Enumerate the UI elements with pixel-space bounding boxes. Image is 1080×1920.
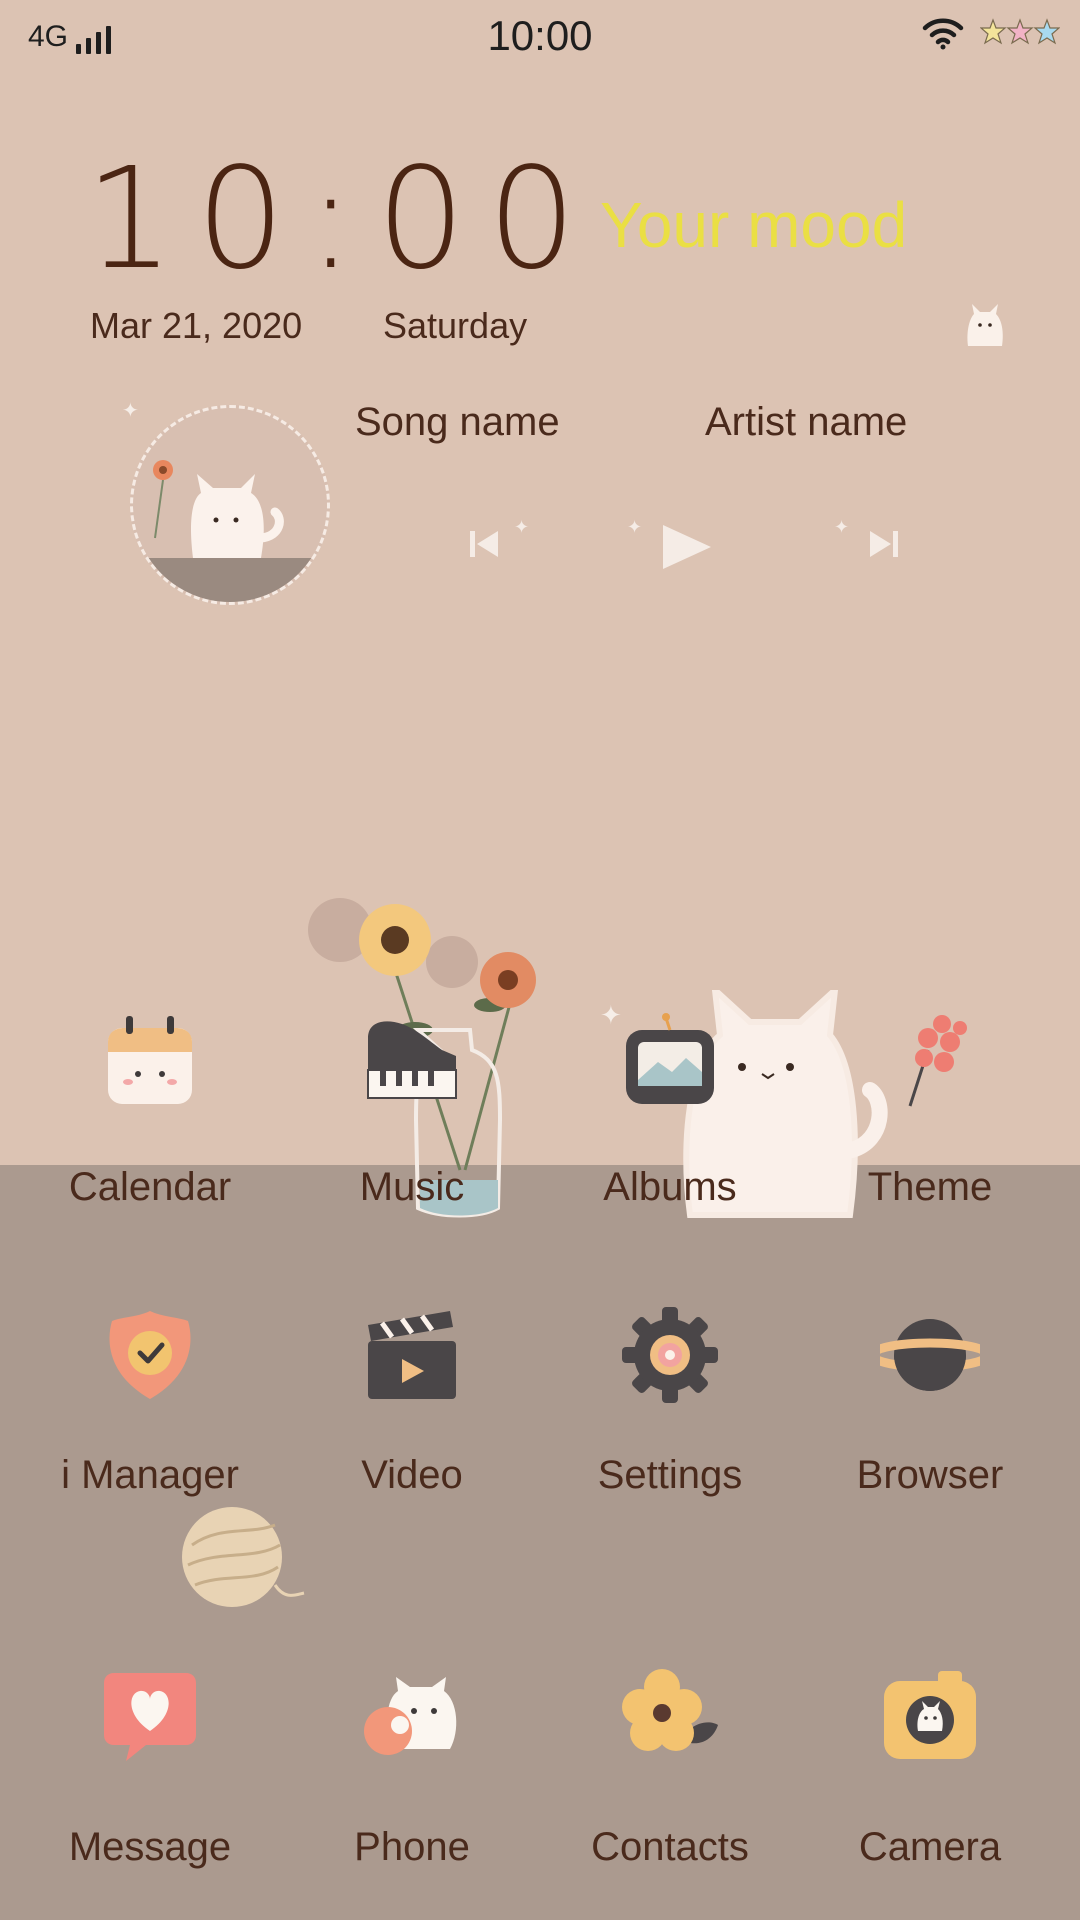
small-cat-icon	[967, 304, 1003, 346]
app-label: Contacts	[591, 1825, 749, 1869]
status-bar: 4G 10:00	[0, 0, 1080, 80]
date-label: Mar 21, 2020	[90, 305, 303, 346]
wifi-icon	[922, 18, 964, 50]
mood-label[interactable]: Your mood	[600, 188, 907, 262]
flower-icon	[908, 1015, 967, 1107]
app-label: Music	[359, 1165, 465, 1209]
shield-icon	[109, 1311, 191, 1399]
tv-icon	[626, 1013, 714, 1104]
song-name: Song name	[355, 400, 560, 444]
weekday-label: Saturday	[383, 305, 528, 346]
flower-contacts-icon	[622, 1669, 718, 1751]
app-label: Albums	[603, 1165, 737, 1209]
status-time: 10:00	[487, 12, 593, 59]
calendar-icon	[108, 1016, 192, 1104]
app-label: Calendar	[68, 1165, 232, 1209]
planet-icon	[880, 1319, 980, 1391]
heart-bubble-icon	[104, 1673, 196, 1761]
camera-icon	[884, 1671, 976, 1759]
gear-icon	[622, 1307, 718, 1403]
app-label: Video	[361, 1453, 463, 1497]
yarn-ball-decoration	[182, 1507, 305, 1607]
svg-text:✦: ✦	[514, 517, 529, 537]
piano-icon	[367, 1021, 457, 1099]
album-art[interactable]	[130, 405, 330, 605]
svg-text:✦: ✦	[834, 517, 849, 537]
battery-stars-icon	[980, 18, 1060, 45]
app-label: Camera	[858, 1825, 1002, 1869]
next-track-button[interactable]: ✦	[832, 515, 902, 575]
app-label: Browser	[856, 1453, 1004, 1497]
app-label: Settings	[597, 1453, 743, 1497]
sparkle-icon: ✦	[122, 400, 139, 422]
app-label: Phone	[354, 1825, 470, 1869]
app-label: Theme	[867, 1165, 993, 1209]
play-button[interactable]: ✦	[625, 515, 715, 575]
sparkle-icon: ✦	[600, 1000, 622, 1030]
wallpaper-bottom	[0, 1165, 1080, 1920]
artist-name: Artist name	[705, 400, 908, 444]
app-label: Message	[68, 1825, 232, 1869]
app-label: i Manager	[61, 1453, 239, 1497]
previous-track-button[interactable]: ✦	[466, 515, 536, 575]
album-cat-illustration	[133, 460, 327, 602]
svg-text:✦: ✦	[627, 517, 642, 537]
clapper-icon	[368, 1311, 456, 1399]
big-clock[interactable]: 10:00	[85, 150, 598, 290]
cat-phone-icon	[364, 1677, 457, 1755]
